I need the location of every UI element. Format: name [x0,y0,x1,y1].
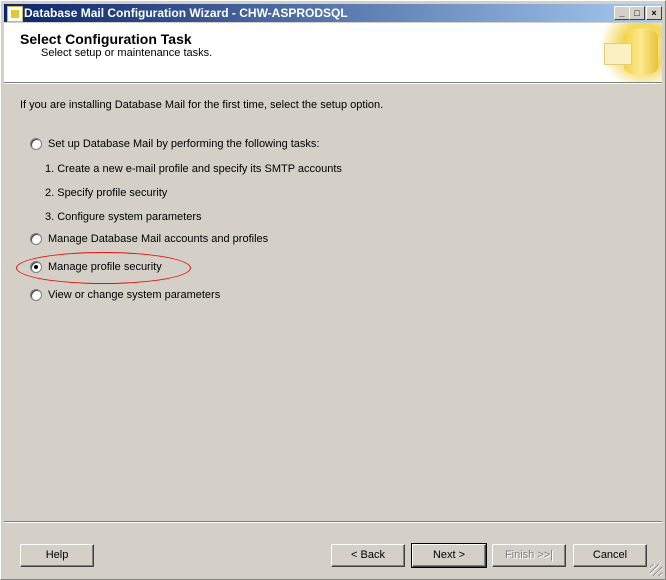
maximize-button[interactable]: □ [629,6,645,20]
radio-label: Set up Database Mail by performing the f… [48,138,320,150]
header-divider [4,83,662,84]
radio-setup-database-mail[interactable]: Set up Database Mail by performing the f… [30,138,330,152]
back-button[interactable]: < Back [331,544,405,567]
window-title: Database Mail Configuration Wizard - CHW… [24,6,348,20]
cancel-button[interactable]: Cancel [573,544,647,567]
database-mail-icon [602,23,662,82]
radio-manage-accounts-profiles[interactable]: Manage Database Mail accounts and profil… [30,233,270,247]
app-icon [7,6,23,22]
wizard-header: Select Configuration Task Select setup o… [4,23,662,83]
next-button[interactable]: Next > [411,543,487,568]
setup-task-1: 1. Create a new e-mail profile and speci… [45,163,342,175]
setup-task-2: 2. Specify profile security [45,187,168,199]
page-title: Select Configuration Task [20,31,192,47]
title-bar[interactable]: Database Mail Configuration Wizard - CHW… [4,4,662,22]
radio-label: View or change system parameters [48,289,221,301]
setup-task-3: 3. Configure system parameters [45,211,202,223]
radio-view-system-parameters[interactable]: View or change system parameters [30,289,230,303]
radio-button[interactable] [30,289,42,301]
finish-button: Finish >>| [492,544,566,567]
resize-grip-icon[interactable] [650,564,662,576]
annotation-ellipse [16,252,191,284]
radio-button[interactable] [30,233,42,245]
minimize-button[interactable]: _ [614,6,630,20]
close-button[interactable]: × [646,6,662,20]
page-subtitle: Select setup or maintenance tasks. [41,47,213,59]
footer-divider [4,521,662,523]
radio-button[interactable] [30,138,42,150]
intro-text: If you are installing Database Mail for … [20,99,384,111]
help-button[interactable]: Help [20,544,94,567]
wizard-window: Database Mail Configuration Wizard - CHW… [0,0,666,580]
radio-label: Manage Database Mail accounts and profil… [48,233,269,245]
